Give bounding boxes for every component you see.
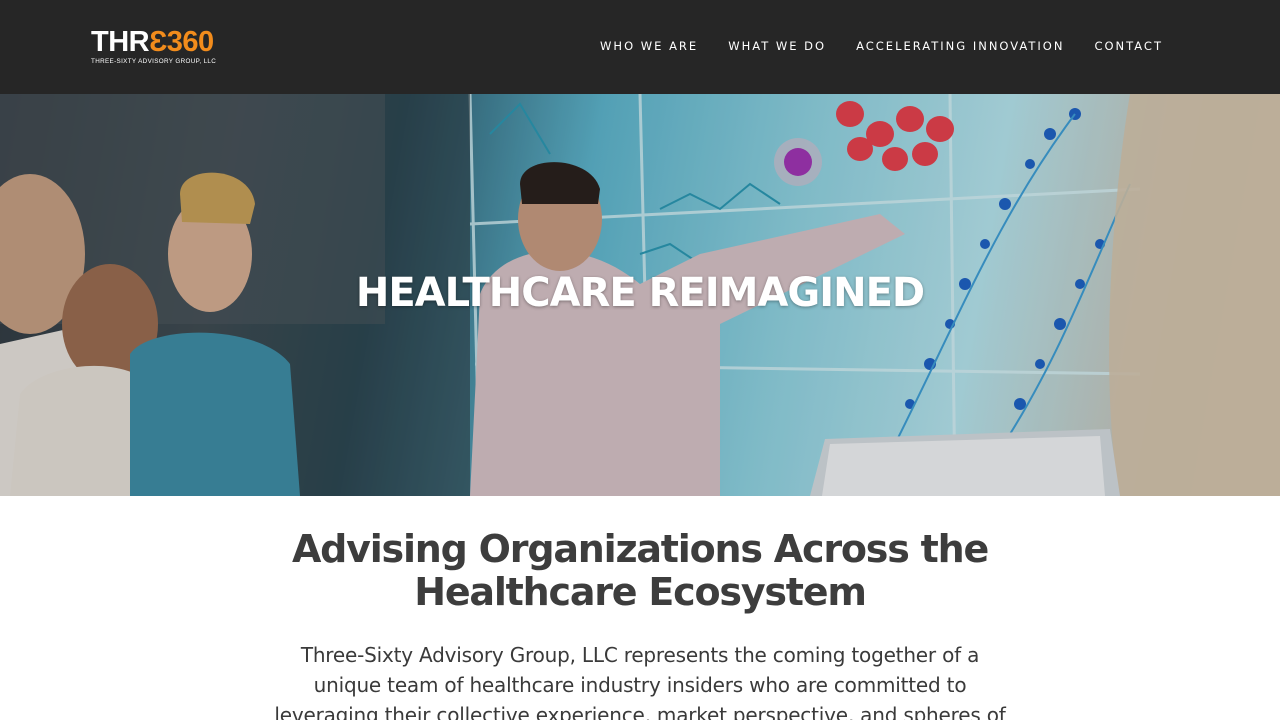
logo[interactable]: THRƐ360 THREE-SIXTY ADVISORY GROUP, LLC xyxy=(91,27,231,67)
nav-accelerating-innovation[interactable]: ACCELERATING INNOVATION xyxy=(856,39,1064,53)
nav-what-we-do[interactable]: WHAT WE DO xyxy=(728,39,826,53)
logo-text-orange: Ɛ360 xyxy=(149,26,214,58)
heading-line-2: Healthcare Ecosystem xyxy=(414,570,867,614)
logo-tagline: THREE-SIXTY ADVISORY GROUP, LLC xyxy=(91,58,217,65)
nav-who-we-are[interactable]: WHO WE ARE xyxy=(600,39,698,53)
logo-text-white: THR xyxy=(91,26,150,58)
section-heading: Advising Organizations Across the Health… xyxy=(240,528,1040,614)
nav-contact[interactable]: CONTACT xyxy=(1094,39,1163,53)
hero-title: HEALTHCARE REIMAGINED xyxy=(355,270,925,316)
intro-paragraph: Three-Sixty Advisory Group, LLC represen… xyxy=(274,643,1006,720)
logo-wordmark: THRƐ360 xyxy=(91,27,231,57)
main-nav: WHO WE ARE WHAT WE DO ACCELERATING INNOV… xyxy=(570,39,1163,53)
hero-banner: HEALTHCARE REIMAGINED xyxy=(0,94,1280,496)
intro-section: Advising Organizations Across the Health… xyxy=(0,496,1280,720)
site-header: THRƐ360 THREE-SIXTY ADVISORY GROUP, LLC … xyxy=(0,0,1280,94)
heading-line-1: Advising Organizations Across the xyxy=(291,527,989,571)
